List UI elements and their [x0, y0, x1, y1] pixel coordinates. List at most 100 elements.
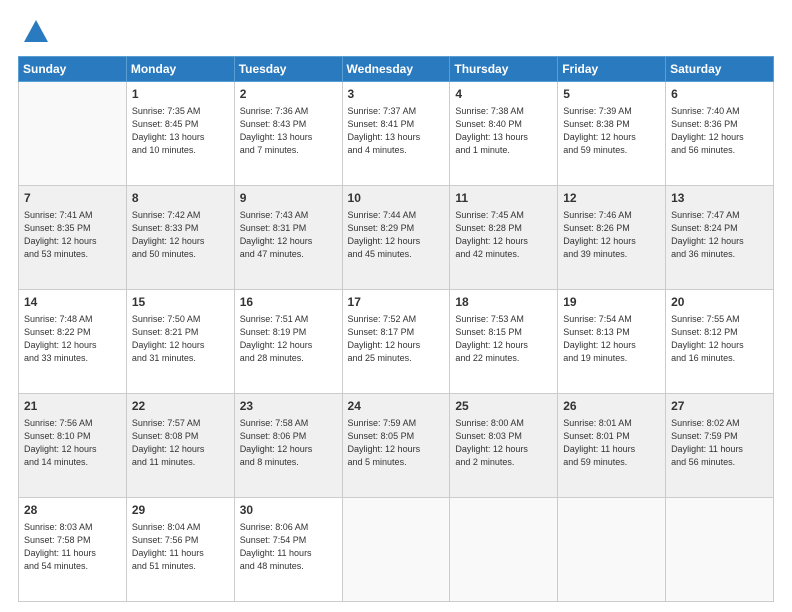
calendar-cell: 27 Sunrise: 8:02 AMSunset: 7:59 PMDayligh… — [666, 394, 774, 498]
calendar-cell: 11 Sunrise: 7:45 AMSunset: 8:28 PMDayligh… — [450, 186, 558, 290]
day-number: 30 — [240, 502, 337, 519]
calendar-cell: 21 Sunrise: 7:56 AMSunset: 8:10 PMDayligh… — [19, 394, 127, 498]
day-info: Sunrise: 8:02 AMSunset: 7:59 PMDaylight:… — [671, 417, 768, 469]
calendar-table: SundayMondayTuesdayWednesdayThursdayFrid… — [18, 56, 774, 602]
day-number: 24 — [348, 398, 445, 415]
calendar-cell: 13Sunrise: 7:47 AMSunset: 8:24 PMDayligh… — [666, 186, 774, 290]
calendar-cell: 20 Sunrise: 7:55 AMSunset: 8:12 PMDayligh… — [666, 290, 774, 394]
weekday-header: Saturday — [666, 57, 774, 82]
day-number: 18 — [455, 294, 552, 311]
day-number: 15 — [132, 294, 229, 311]
calendar-cell: 28 Sunrise: 8:03 AMSunset: 7:58 PMDayligh… — [19, 498, 127, 602]
calendar-week-row: 21 Sunrise: 7:56 AMSunset: 8:10 PMDayligh… — [19, 394, 774, 498]
day-number: 10 — [348, 190, 445, 207]
calendar-week-row: 28 Sunrise: 8:03 AMSunset: 7:58 PMDayligh… — [19, 498, 774, 602]
day-number: 14 — [24, 294, 121, 311]
day-number: 11 — [455, 190, 552, 207]
day-info: Sunrise: 7:42 AMSunset: 8:33 PMDaylight:… — [132, 209, 229, 261]
day-info: Sunrise: 7:52 AMSunset: 8:17 PMDaylight:… — [348, 313, 445, 365]
calendar-cell: 10 Sunrise: 7:44 AMSunset: 8:29 PMDayligh… — [342, 186, 450, 290]
calendar-cell: 3 Sunrise: 7:37 AMSunset: 8:41 PMDaylight… — [342, 82, 450, 186]
day-info: Sunrise: 7:58 AMSunset: 8:06 PMDaylight:… — [240, 417, 337, 469]
day-info: Sunrise: 7:56 AMSunset: 8:10 PMDaylight:… — [24, 417, 121, 469]
day-number: 21 — [24, 398, 121, 415]
header — [18, 16, 774, 46]
day-info: Sunrise: 7:59 AMSunset: 8:05 PMDaylight:… — [348, 417, 445, 469]
calendar-cell: 23 Sunrise: 7:58 AMSunset: 8:06 PMDayligh… — [234, 394, 342, 498]
calendar-cell: 22Sunrise: 7:57 AMSunset: 8:08 PMDayligh… — [126, 394, 234, 498]
calendar-cell: 18 Sunrise: 7:53 AMSunset: 8:15 PMDayligh… — [450, 290, 558, 394]
calendar-cell: 16 Sunrise: 7:51 AMSunset: 8:19 PMDayligh… — [234, 290, 342, 394]
day-number: 9 — [240, 190, 337, 207]
day-info: Sunrise: 7:54 AMSunset: 8:13 PMDaylight:… — [563, 313, 660, 365]
day-info: Sunrise: 7:40 AMSunset: 8:36 PMDaylight:… — [671, 105, 768, 157]
day-number: 2 — [240, 86, 337, 103]
day-info: Sunrise: 7:38 AMSunset: 8:40 PMDaylight:… — [455, 105, 552, 157]
day-number: 27 — [671, 398, 768, 415]
day-number: 5 — [563, 86, 660, 103]
calendar-cell: 30Sunrise: 8:06 AMSunset: 7:54 PMDayligh… — [234, 498, 342, 602]
day-info: Sunrise: 8:00 AMSunset: 8:03 PMDaylight:… — [455, 417, 552, 469]
day-number: 1 — [132, 86, 229, 103]
day-info: Sunrise: 8:04 AMSunset: 7:56 PMDaylight:… — [132, 521, 229, 573]
day-info: Sunrise: 7:37 AMSunset: 8:41 PMDaylight:… — [348, 105, 445, 157]
day-number: 25 — [455, 398, 552, 415]
day-number: 8 — [132, 190, 229, 207]
calendar-cell: 15Sunrise: 7:50 AMSunset: 8:21 PMDayligh… — [126, 290, 234, 394]
calendar-cell: 8 Sunrise: 7:42 AMSunset: 8:33 PMDaylight… — [126, 186, 234, 290]
calendar-cell: 17 Sunrise: 7:52 AMSunset: 8:17 PMDayligh… — [342, 290, 450, 394]
day-number: 7 — [24, 190, 121, 207]
day-info: Sunrise: 7:36 AMSunset: 8:43 PMDaylight:… — [240, 105, 337, 157]
calendar-cell: 1 Sunrise: 7:35 AMSunset: 8:45 PMDaylight… — [126, 82, 234, 186]
calendar-cell: 25 Sunrise: 8:00 AMSunset: 8:03 PMDayligh… — [450, 394, 558, 498]
calendar-cell: 5 Sunrise: 7:39 AMSunset: 8:38 PMDaylight… — [558, 82, 666, 186]
calendar-cell: 12Sunrise: 7:46 AMSunset: 8:26 PMDayligh… — [558, 186, 666, 290]
day-number: 12 — [563, 190, 660, 207]
day-info: Sunrise: 7:48 AMSunset: 8:22 PMDaylight:… — [24, 313, 121, 365]
calendar-cell: 7Sunrise: 7:41 AMSunset: 8:35 PMDaylight… — [19, 186, 127, 290]
day-info: Sunrise: 8:03 AMSunset: 7:58 PMDaylight:… — [24, 521, 121, 573]
calendar-cell: 4Sunrise: 7:38 AMSunset: 8:40 PMDaylight… — [450, 82, 558, 186]
calendar-cell: 6 Sunrise: 7:40 AMSunset: 8:36 PMDaylight… — [666, 82, 774, 186]
day-info: Sunrise: 7:57 AMSunset: 8:08 PMDaylight:… — [132, 417, 229, 469]
day-number: 29 — [132, 502, 229, 519]
day-info: Sunrise: 8:01 AMSunset: 8:01 PMDaylight:… — [563, 417, 660, 469]
calendar-cell: 24 Sunrise: 7:59 AMSunset: 8:05 PMDayligh… — [342, 394, 450, 498]
page: SundayMondayTuesdayWednesdayThursdayFrid… — [0, 0, 792, 612]
calendar-cell: 19 Sunrise: 7:54 AMSunset: 8:13 PMDayligh… — [558, 290, 666, 394]
weekday-header: Sunday — [19, 57, 127, 82]
day-info: Sunrise: 7:44 AMSunset: 8:29 PMDaylight:… — [348, 209, 445, 261]
day-info: Sunrise: 7:39 AMSunset: 8:38 PMDaylight:… — [563, 105, 660, 157]
weekday-header: Wednesday — [342, 57, 450, 82]
calendar-week-row: 7Sunrise: 7:41 AMSunset: 8:35 PMDaylight… — [19, 186, 774, 290]
day-info: Sunrise: 7:35 AMSunset: 8:45 PMDaylight:… — [132, 105, 229, 157]
day-number: 3 — [348, 86, 445, 103]
calendar-cell — [450, 498, 558, 602]
day-info: Sunrise: 7:47 AMSunset: 8:24 PMDaylight:… — [671, 209, 768, 261]
calendar-cell — [19, 82, 127, 186]
day-number: 28 — [24, 502, 121, 519]
day-number: 20 — [671, 294, 768, 311]
calendar-cell: 29 Sunrise: 8:04 AMSunset: 7:56 PMDayligh… — [126, 498, 234, 602]
day-number: 19 — [563, 294, 660, 311]
day-number: 6 — [671, 86, 768, 103]
calendar-cell: 14 Sunrise: 7:48 AMSunset: 8:22 PMDayligh… — [19, 290, 127, 394]
day-info: Sunrise: 7:53 AMSunset: 8:15 PMDaylight:… — [455, 313, 552, 365]
day-number: 17 — [348, 294, 445, 311]
logo-icon — [22, 18, 50, 46]
calendar-cell — [342, 498, 450, 602]
calendar-cell — [558, 498, 666, 602]
day-number: 16 — [240, 294, 337, 311]
day-info: Sunrise: 7:45 AMSunset: 8:28 PMDaylight:… — [455, 209, 552, 261]
day-info: Sunrise: 7:43 AMSunset: 8:31 PMDaylight:… — [240, 209, 337, 261]
calendar-cell: 9 Sunrise: 7:43 AMSunset: 8:31 PMDaylight… — [234, 186, 342, 290]
calendar-week-row: 14 Sunrise: 7:48 AMSunset: 8:22 PMDayligh… — [19, 290, 774, 394]
day-number: 23 — [240, 398, 337, 415]
calendar-cell: 26Sunrise: 8:01 AMSunset: 8:01 PMDayligh… — [558, 394, 666, 498]
calendar-header-row: SundayMondayTuesdayWednesdayThursdayFrid… — [19, 57, 774, 82]
weekday-header: Friday — [558, 57, 666, 82]
weekday-header: Monday — [126, 57, 234, 82]
day-info: Sunrise: 7:55 AMSunset: 8:12 PMDaylight:… — [671, 313, 768, 365]
day-info: Sunrise: 7:51 AMSunset: 8:19 PMDaylight:… — [240, 313, 337, 365]
logo — [18, 20, 50, 46]
